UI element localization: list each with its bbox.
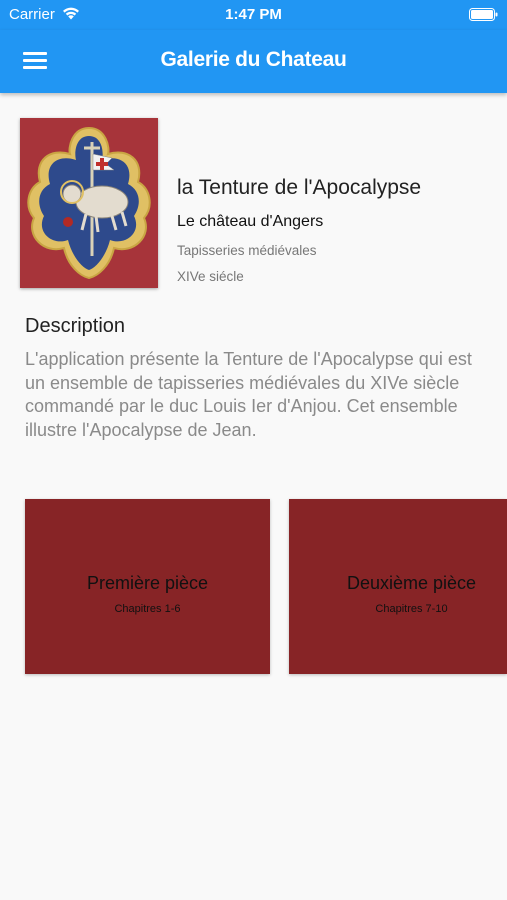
card-title: Deuxième pièce [346,573,477,593]
card-deuxieme-piece[interactable]: Deuxième pièce Chapitres 7-10 [289,499,507,674]
app-bar: Galerie du Chateau [0,30,507,93]
card-premiere-piece[interactable]: Première pièce Chapitres 1-6 [25,499,270,674]
artwork-category: Tapisseries médiévales [177,243,317,258]
cover-image [20,118,158,288]
artwork-location: Le château d'Angers [177,213,324,230]
artwork-title: la Tenture de l'Apocalypse [177,176,422,199]
status-bar: Carrier 1:47 PM [0,0,507,30]
battery-icon [469,8,498,21]
description-heading: Description [25,315,126,337]
clock: 1:47 PM [225,6,282,23]
card-subtitle: Chapitres 7-10 [375,603,448,615]
app-title: Galerie du Chateau [160,48,347,71]
description-text: L'application présente la Tenture de l'A… [25,349,472,440]
lamb-emblem-icon [20,118,158,288]
card-title: Première pièce [86,573,209,593]
artwork-info: la Tenture de l'Apocalypse Le château d'… [177,176,497,295]
artwork-century: XIVe siécle [177,269,244,284]
card-subtitle: Chapitres 1-6 [114,603,181,615]
